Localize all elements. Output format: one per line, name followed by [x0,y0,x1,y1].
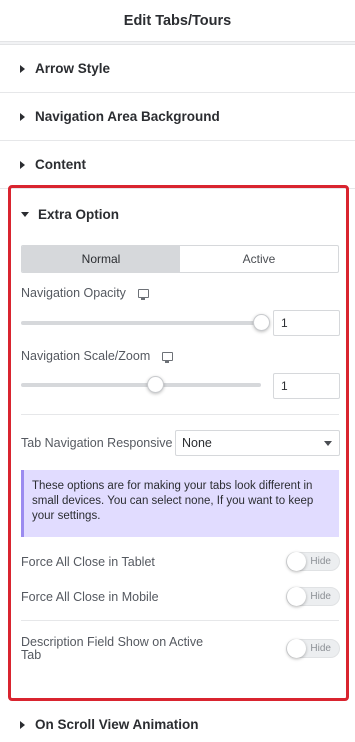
force-close-tablet-toggle[interactable]: Hide [286,552,340,571]
force-close-tablet-label: Force All Close in Tablet [21,555,155,569]
toggle-label: Hide [310,556,331,567]
desktop-monitor-icon[interactable] [137,288,149,300]
section-label: Extra Option [38,207,120,222]
section-label: Content [35,157,86,172]
description-field-toggle[interactable]: Hide [286,639,340,658]
navigation-scale-label: Navigation Scale/Zoom [21,349,174,363]
section-label: On Scroll View Animation [35,717,199,732]
panel-title: Edit Tabs/Tours [123,12,232,29]
section-extra-option: Extra Option Normal Active Navigation Op… [8,185,349,701]
toggle-knob [287,587,306,606]
tab-navigation-responsive-label: Tab Navigation Responsive [21,436,173,450]
tab-normal[interactable]: Normal [22,246,180,272]
section-label: Navigation Area Background [35,109,220,124]
caret-right-icon [20,720,25,729]
navigation-scale-slider[interactable] [21,376,261,393]
toggle-knob [287,552,306,571]
caret-right-icon [20,64,25,73]
navigation-opacity-label: Navigation Opacity [21,286,149,300]
section-navigation-area-background[interactable]: Navigation Area Background [0,93,355,141]
section-extra-option-header[interactable]: Extra Option [21,207,119,222]
caret-down-icon [21,212,29,217]
section-content[interactable]: Content [0,141,355,189]
chevron-down-icon [324,441,332,446]
navigation-opacity-input[interactable]: 1 [273,310,340,336]
state-tabs: Normal Active [21,245,339,273]
force-close-mobile-label: Force All Close in Mobile [21,590,159,604]
caret-right-icon [20,160,25,169]
tab-active[interactable]: Active [180,246,338,272]
panel-header: Edit Tabs/Tours [0,0,355,42]
slider-handle[interactable] [253,314,270,331]
section-arrow-style[interactable]: Arrow Style [0,45,355,93]
toggle-knob [287,639,306,658]
navigation-opacity-slider[interactable] [21,314,270,331]
info-notice: These options are for making your tabs l… [21,470,339,537]
section-label: Arrow Style [35,61,111,76]
navigation-scale-input[interactable]: 1 [273,373,340,399]
tab-navigation-responsive-select[interactable]: None [175,430,340,456]
divider [21,620,339,621]
toggle-label: Hide [310,643,331,654]
description-field-label: Description Field Show on Active Tab [21,635,204,662]
slider-handle[interactable] [147,376,165,393]
navigation-opacity-text: Navigation Opacity [21,286,126,300]
caret-right-icon [20,112,25,121]
divider [21,414,339,415]
navigation-scale-text: Navigation Scale/Zoom [21,349,151,363]
section-on-scroll-view-animation[interactable]: On Scroll View Animation [0,707,355,742]
desktop-monitor-icon[interactable] [162,351,174,363]
force-close-mobile-toggle[interactable]: Hide [286,587,340,606]
select-value: None [182,436,212,450]
toggle-label: Hide [310,591,331,602]
